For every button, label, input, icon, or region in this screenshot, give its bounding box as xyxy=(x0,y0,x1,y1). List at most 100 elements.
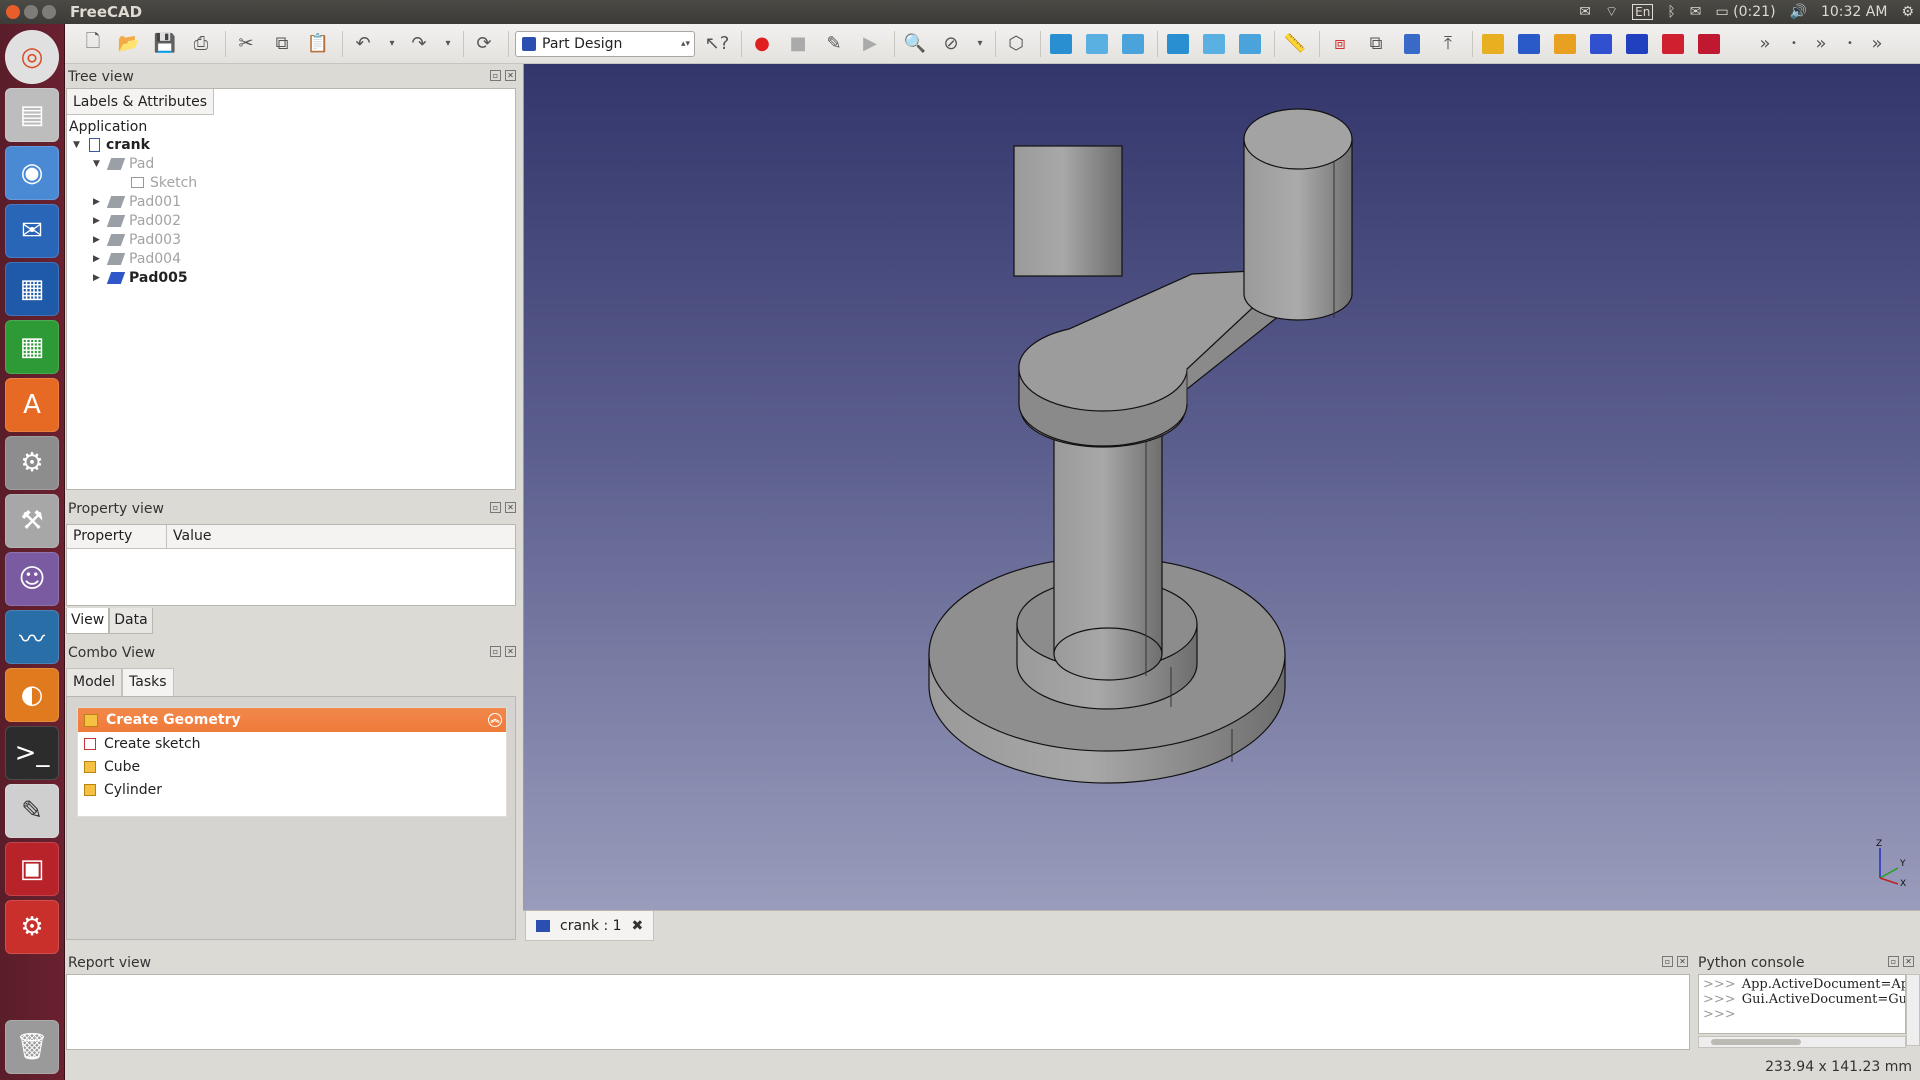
groove-icon[interactable] xyxy=(1587,30,1615,58)
trash-icon[interactable]: 🗑 xyxy=(5,1020,59,1074)
window-close-button[interactable] xyxy=(6,5,20,19)
close-tab-icon[interactable]: ✖ xyxy=(632,918,644,934)
execute-macro-icon[interactable]: ▶ xyxy=(856,30,884,58)
document-tab-crank[interactable]: crank : 1 ✖ xyxy=(525,911,655,941)
clock[interactable]: 10:32 AM xyxy=(1821,4,1887,20)
pad-icon[interactable] xyxy=(1479,30,1507,58)
stop-macro-icon[interactable]: ■ xyxy=(784,30,812,58)
close-icon[interactable]: ✕ xyxy=(505,502,516,513)
settings-gear-icon[interactable]: ⚙ xyxy=(1901,4,1914,20)
right-view-icon[interactable] xyxy=(1119,30,1147,58)
float-icon[interactable]: ▫ xyxy=(1662,956,1673,967)
whats-this-icon[interactable]: ↖? xyxy=(703,30,731,58)
save-icon[interactable]: 💾 xyxy=(151,30,179,58)
collapsed-arrow-icon[interactable]: ▶ xyxy=(93,273,105,283)
close-icon[interactable]: ✕ xyxy=(1677,956,1688,967)
float-icon[interactable]: ▫ xyxy=(1888,956,1899,967)
report-view-panel[interactable] xyxy=(66,974,1690,1050)
pocket-icon[interactable] xyxy=(1515,30,1543,58)
system-settings-icon[interactable]: ⚙ xyxy=(5,436,59,490)
calc-icon[interactable]: ▦ xyxy=(5,320,59,374)
more-tools-chevron-icon[interactable]: » xyxy=(1751,30,1779,58)
macros-icon[interactable]: ✎ xyxy=(820,30,848,58)
task-create-sketch[interactable]: Create sketch xyxy=(78,732,506,755)
tree-item-pad005[interactable]: ▶ Pad005 xyxy=(93,268,188,287)
tab-labels-attributes[interactable]: Labels & Attributes xyxy=(67,89,214,115)
tree-root-application[interactable]: Application xyxy=(69,117,147,136)
fit-all-icon[interactable]: 🔍 xyxy=(901,30,929,58)
ubuntu-dash-icon[interactable]: ◎ xyxy=(5,30,59,84)
wifi-icon[interactable]: ⌔ xyxy=(1605,3,1618,21)
isometric-view-icon[interactable]: ⬡ xyxy=(1002,30,1030,58)
draw-style-dropdown-icon[interactable]: ▾ xyxy=(973,30,987,58)
new-document-icon[interactable]: 🗋 xyxy=(79,30,107,58)
sd-card-icon[interactable]: ▣ xyxy=(5,842,59,896)
chamfer-icon[interactable] xyxy=(1659,30,1687,58)
open-icon[interactable]: 📂 xyxy=(115,30,143,58)
writer-icon[interactable]: ▦ xyxy=(5,262,59,316)
python-console-vertical-scrollbar[interactable] xyxy=(1906,974,1920,1046)
tab-model[interactable]: Model xyxy=(66,668,123,696)
map-sketch-icon[interactable] xyxy=(1398,30,1426,58)
pidgin-icon[interactable]: ☺ xyxy=(5,552,59,606)
more-tools-chevron-icon-2[interactable]: » xyxy=(1807,30,1835,58)
task-header[interactable]: Create Geometry ︽ xyxy=(78,708,506,732)
top-view-icon[interactable] xyxy=(1083,30,1111,58)
draft-icon[interactable] xyxy=(1695,30,1723,58)
undo-icon[interactable]: ↶ xyxy=(349,30,377,58)
column-property[interactable]: Property xyxy=(67,525,167,548)
redo-icon[interactable]: ↷ xyxy=(405,30,433,58)
disk-tool-icon[interactable]: ⚒ xyxy=(5,494,59,548)
window-minimize-button[interactable] xyxy=(24,5,38,19)
close-icon[interactable]: ✕ xyxy=(505,646,516,657)
collapsed-arrow-icon[interactable]: ▶ xyxy=(93,235,105,245)
bluetooth-icon[interactable]: ᛒ xyxy=(1667,4,1675,20)
text-editor-icon[interactable]: ✎ xyxy=(5,784,59,838)
pin-top[interactable] xyxy=(1243,108,1353,170)
tree-item-sketch[interactable]: Sketch xyxy=(127,173,197,192)
chat-icon[interactable]: ✉ xyxy=(1579,4,1591,20)
copy-icon[interactable]: ⧉ xyxy=(268,30,296,58)
reorient-sketch-icon[interactable]: ⤒ xyxy=(1434,30,1462,58)
float-icon[interactable]: ▫ xyxy=(490,646,501,657)
refresh-icon[interactable]: ⟳ xyxy=(470,30,498,58)
toolbar-handle-icon-2[interactable]: • xyxy=(1843,30,1857,58)
battery-indicator[interactable]: ▭ (0:21) xyxy=(1715,4,1775,20)
draw-style-icon[interactable]: ⊘ xyxy=(937,30,965,58)
thunderbird-icon[interactable]: ✉ xyxy=(5,204,59,258)
revolution-icon[interactable] xyxy=(1551,30,1579,58)
rear-view-icon[interactable] xyxy=(1164,30,1192,58)
firefox-icon[interactable]: ◐ xyxy=(5,668,59,722)
volume-icon[interactable]: 🔊 xyxy=(1790,4,1807,20)
terminal-icon[interactable]: >_ xyxy=(5,726,59,780)
close-icon[interactable]: ✕ xyxy=(505,70,516,81)
3d-viewport[interactable]: Z Y X xyxy=(523,64,1920,910)
bottom-view-icon[interactable] xyxy=(1200,30,1228,58)
redo-dropdown-icon[interactable]: ▾ xyxy=(441,30,455,58)
freecad-icon[interactable]: ⚙ xyxy=(5,900,59,954)
collapsed-arrow-icon[interactable]: ▶ xyxy=(93,254,105,264)
collapsed-arrow-icon[interactable]: ▶ xyxy=(93,197,105,207)
tree-item-pad004[interactable]: ▶ Pad004 xyxy=(93,249,181,268)
left-view-icon[interactable] xyxy=(1236,30,1264,58)
cut-icon[interactable]: ✂ xyxy=(232,30,260,58)
edit-sketch-icon[interactable]: ⧉ xyxy=(1362,30,1390,58)
scrollbar-thumb[interactable] xyxy=(1711,1039,1801,1045)
tab-data[interactable]: Data xyxy=(109,608,153,634)
collapsed-arrow-icon[interactable]: ▶ xyxy=(93,216,105,226)
collapse-icon[interactable]: ︽ xyxy=(488,713,502,727)
workbench-selector[interactable]: Part Design ▴▾ xyxy=(515,30,695,57)
tree-item-pad003[interactable]: ▶ Pad003 xyxy=(93,230,181,249)
measure-distance-icon[interactable]: 📏 xyxy=(1281,30,1309,58)
monitor-icon[interactable]: 〰 xyxy=(5,610,59,664)
tab-view[interactable]: View xyxy=(66,608,110,634)
keyboard-language-indicator[interactable]: En xyxy=(1632,4,1654,20)
close-icon[interactable]: ✕ xyxy=(1903,956,1914,967)
window-maximize-button[interactable] xyxy=(42,5,56,19)
toolbar-handle-icon[interactable]: • xyxy=(1787,30,1801,58)
record-macro-icon[interactable]: ● xyxy=(748,30,776,58)
undo-dropdown-icon[interactable]: ▾ xyxy=(385,30,399,58)
python-console-panel[interactable]: >>> App.ActiveDocument=App. >>> Gui.Active… xyxy=(1698,974,1906,1034)
more-tools-chevron-icon-3[interactable]: » xyxy=(1863,30,1891,58)
chromium-icon[interactable]: ◉ xyxy=(5,146,59,200)
